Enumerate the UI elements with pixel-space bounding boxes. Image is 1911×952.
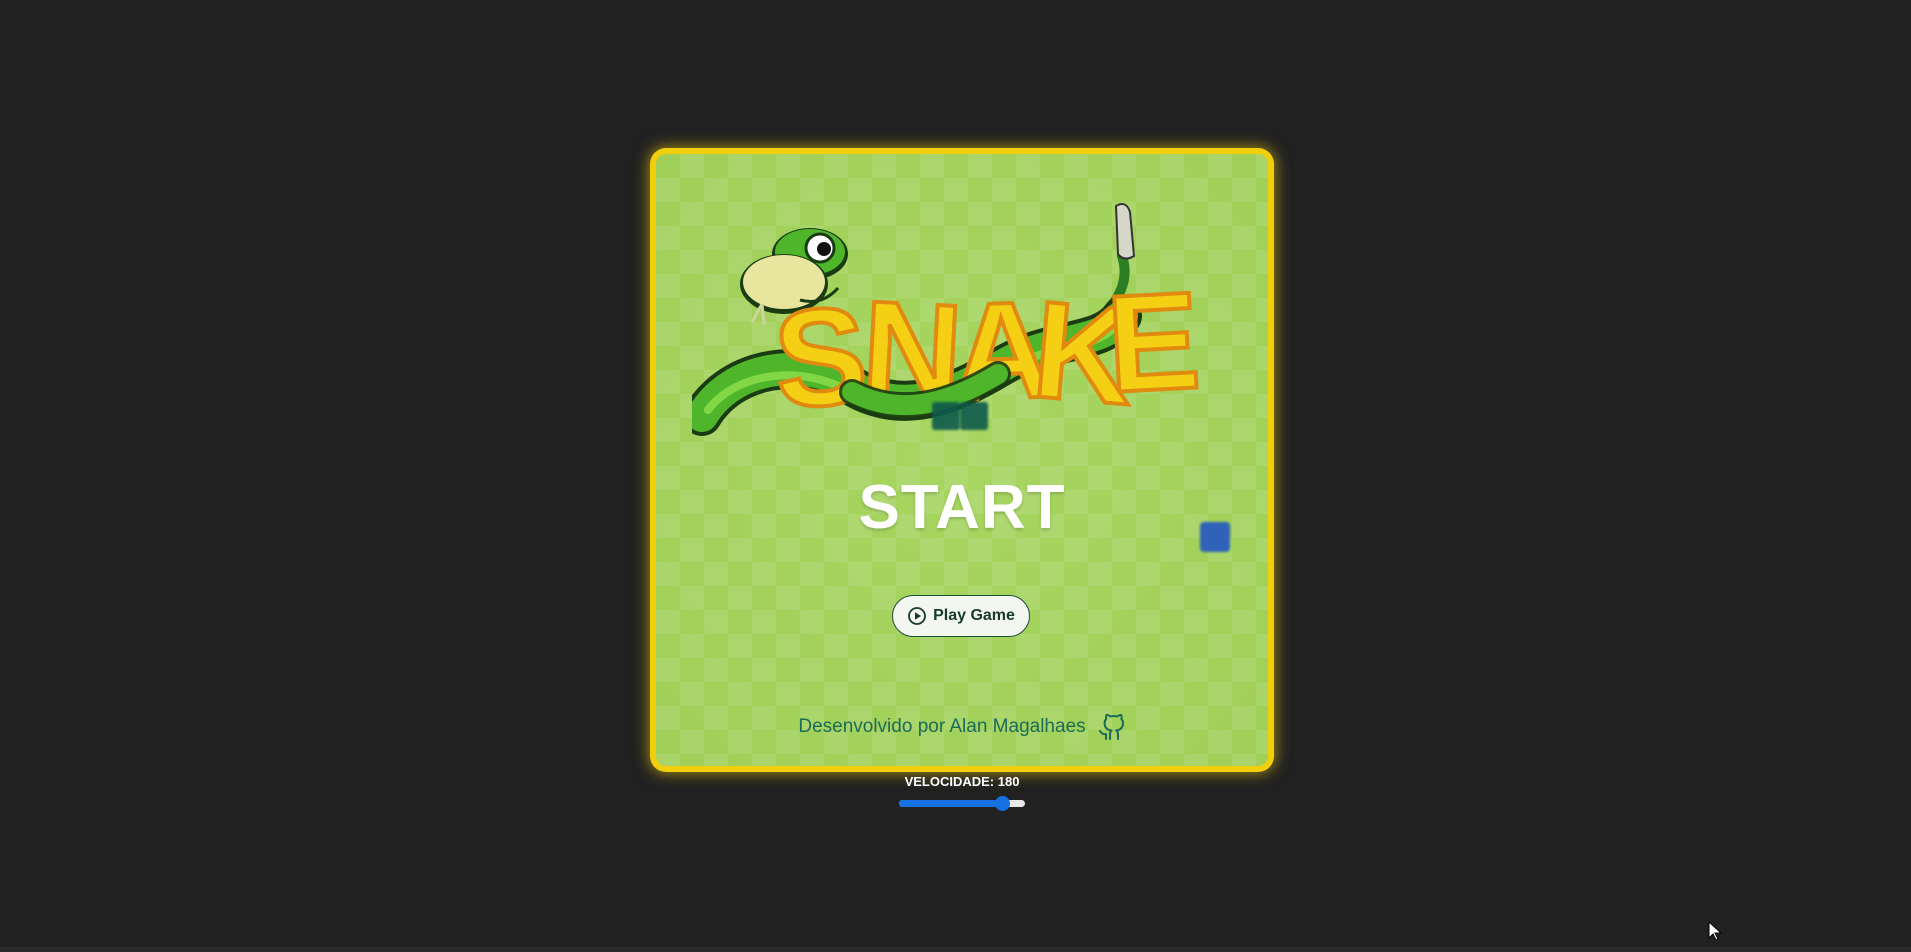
snake-logo: S N A K E <box>692 203 1205 436</box>
play-game-button[interactable]: Play Game <box>892 595 1030 637</box>
svg-text:E: E <box>1104 263 1204 422</box>
play-circle-icon <box>908 607 926 625</box>
game-board: S N A K E START Play Game Desenvolvido p… <box>656 154 1268 766</box>
bottom-strip <box>0 947 1911 952</box>
play-game-label: Play Game <box>933 607 1015 624</box>
credit-line: Desenvolvido por Alan Magalhaes <box>656 712 1268 742</box>
credit-text: Desenvolvido por Alan Magalhaes <box>798 716 1086 737</box>
svg-text:S: S <box>769 278 872 436</box>
github-icon[interactable] <box>1098 712 1126 742</box>
game-page: S N A K E START Play Game Desenvolvido p… <box>0 0 1911 952</box>
snake-segment <box>932 402 960 430</box>
speed-control: VELOCIDADE: 180 <box>897 774 1027 811</box>
mouse-cursor-icon <box>1708 921 1723 941</box>
speed-slider-fill <box>899 800 1003 807</box>
snake-segment <box>960 402 988 430</box>
speed-label: VELOCIDADE: 180 <box>904 774 1020 789</box>
start-title: START <box>858 473 1066 542</box>
speed-slider-thumb[interactable] <box>995 796 1011 811</box>
speed-slider[interactable] <box>897 795 1027 811</box>
